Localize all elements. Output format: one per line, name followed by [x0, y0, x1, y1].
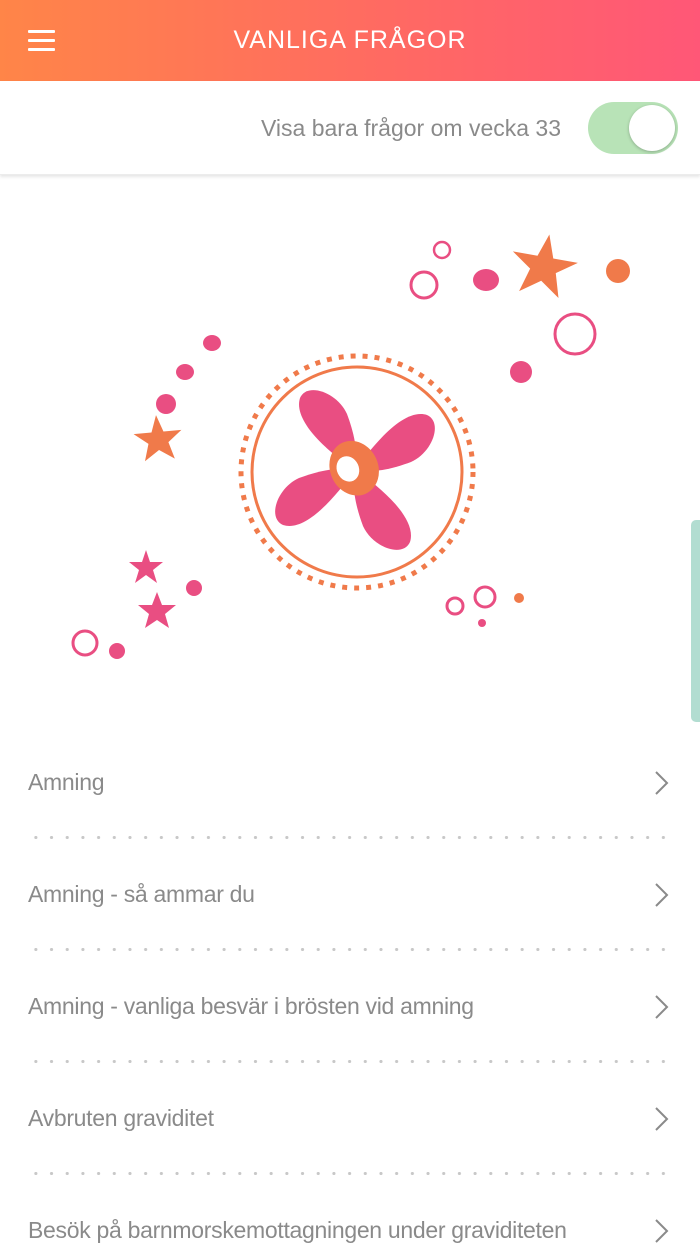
- decorative-stars: [129, 234, 578, 628]
- chevron-right-icon: [655, 771, 669, 795]
- flower-icon: [275, 390, 435, 550]
- faq-item-label: Amning - vanliga besvär i brösten vid am…: [28, 993, 474, 1019]
- chevron-right-icon: [655, 1107, 669, 1131]
- faq-item-label: Amning: [28, 769, 105, 795]
- scrollbar[interactable]: [691, 520, 700, 722]
- flower-illustration: [71, 234, 630, 659]
- faq-item-amning-sa-ammar-du[interactable]: Amning - så ammar du: [0, 838, 700, 951]
- hamburger-menu-icon[interactable]: [22, 24, 62, 58]
- faq-item-avbruten-graviditet[interactable]: Avbruten graviditet: [0, 1062, 700, 1175]
- faq-item-label: Besök på barnmorskemottagningen under gr…: [28, 1217, 567, 1243]
- week-filter-toggle[interactable]: [588, 102, 678, 154]
- faq-item-label: Avbruten graviditet: [28, 1105, 214, 1131]
- faq-item-label: Amning - så ammar du: [28, 881, 255, 907]
- faq-item-besok-barnmorskemottagningen[interactable]: Besök på barnmorskemottagningen under gr…: [0, 1174, 700, 1244]
- week-filter-label: Visa bara frågor om vecka 33: [260, 115, 561, 141]
- toggle-knob: [629, 105, 675, 151]
- faq-item-amning-vanliga-besvar[interactable]: Amning - vanliga besvär i brösten vid am…: [0, 950, 700, 1063]
- faq-item-amning[interactable]: Amning: [0, 726, 700, 839]
- page-title: VANLIGA FRÅGOR: [233, 26, 467, 54]
- app-header: VANLIGA FRÅGOR: [0, 0, 700, 81]
- faq-list: Amning Amning - så ammar du Amning - van…: [0, 726, 700, 1244]
- chevron-right-icon: [655, 995, 669, 1019]
- chevron-right-icon: [655, 1219, 669, 1243]
- chevron-right-icon: [655, 883, 669, 907]
